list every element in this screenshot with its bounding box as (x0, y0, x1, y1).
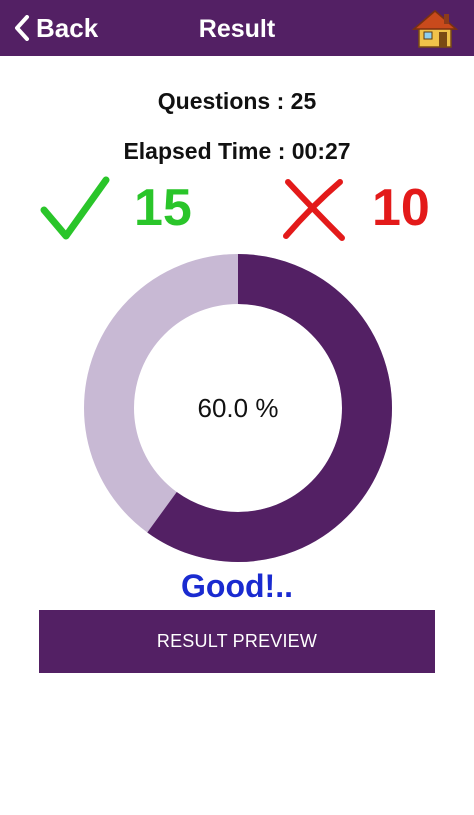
back-button[interactable]: Back (14, 10, 98, 46)
correct-count: 15 (134, 179, 192, 237)
home-button[interactable] (411, 8, 459, 50)
result-preview-button[interactable]: RESULT PREVIEW (39, 610, 435, 673)
wrong-count: 10 (372, 179, 430, 237)
percent-label: 60.0 % (197, 392, 279, 423)
score-row: 15 10 (0, 172, 474, 248)
app-bar: Back Result (0, 0, 474, 56)
home-icon (411, 10, 459, 48)
back-label: Back (36, 12, 99, 43)
check-icon (40, 176, 110, 240)
elapsed-time: Elapsed Time : 00:27 (123, 138, 351, 164)
verdict-text: Good!.. (181, 568, 293, 604)
chevron-left-icon (15, 15, 29, 41)
questions-count: Questions : 25 (157, 88, 317, 114)
cross-icon (283, 179, 345, 241)
score-donut: 60.0 % (84, 254, 392, 562)
